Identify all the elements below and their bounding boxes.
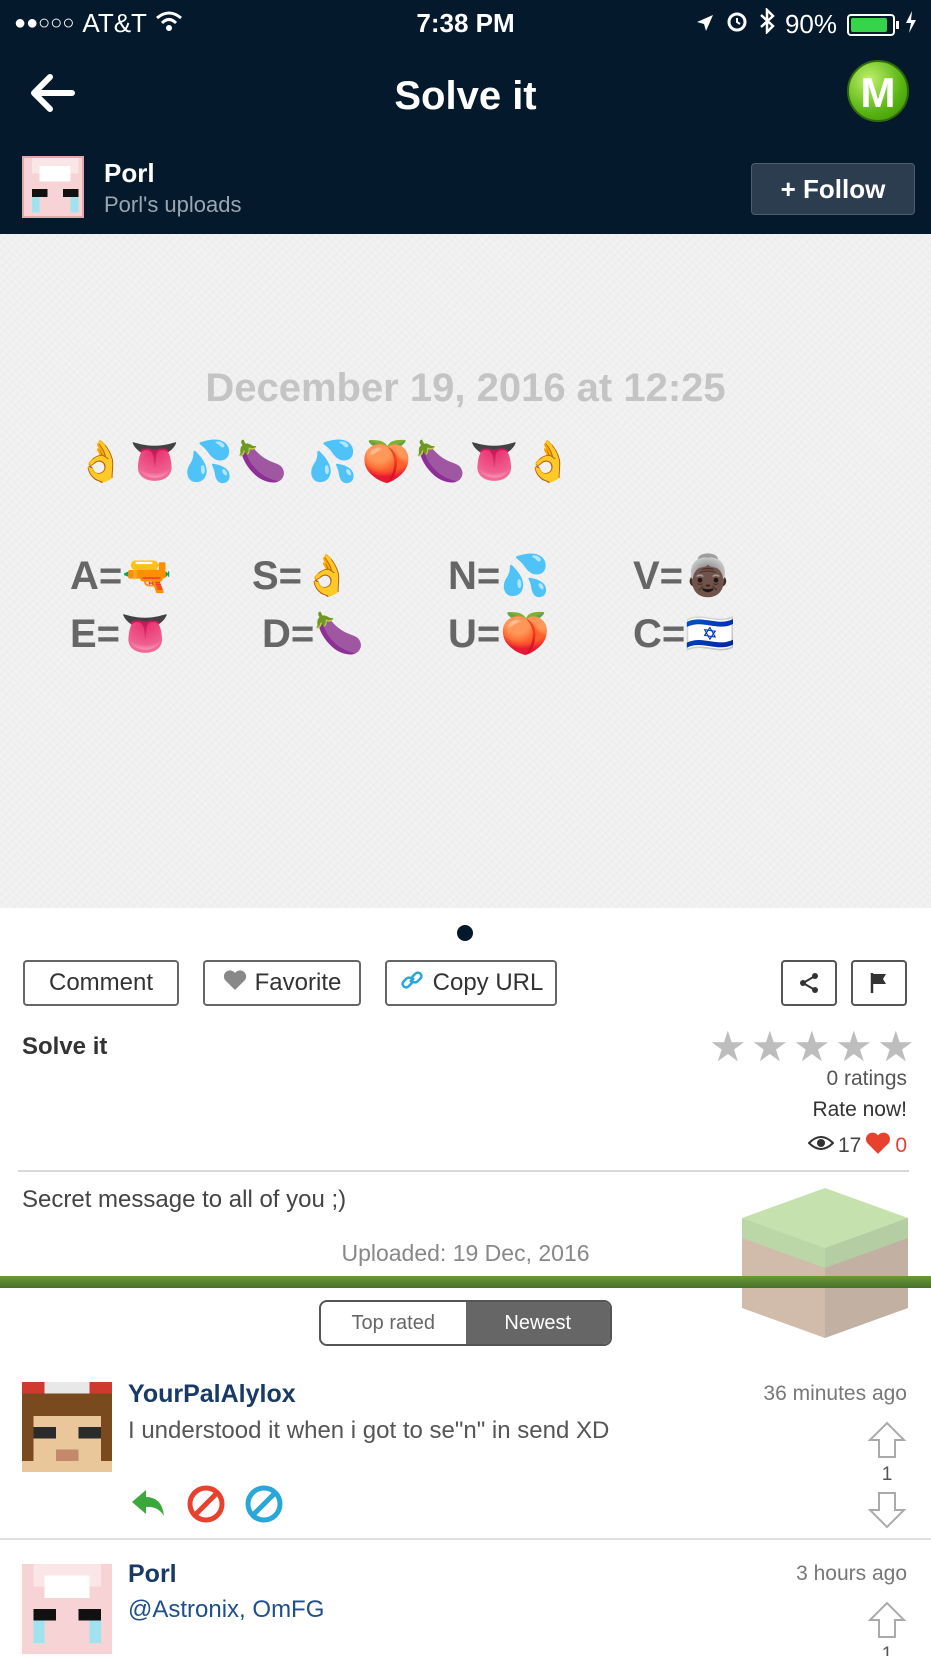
- author-avatar[interactable]: [22, 156, 84, 218]
- comment-divider: [0, 1538, 931, 1540]
- bluetooth-icon: [759, 6, 775, 41]
- copy-url-button[interactable]: Copy URL: [385, 960, 557, 1006]
- status-right: 90%: [695, 6, 917, 41]
- rating-stars[interactable]: ★ ★ ★ ★ ★: [709, 1026, 915, 1068]
- ratings-count: 0 ratings: [826, 1067, 907, 1090]
- copy-url-button-label: Copy URL: [432, 969, 544, 996]
- star-icon[interactable]: ★: [709, 1026, 747, 1068]
- legend-item: A=🔫: [70, 554, 173, 598]
- location-arrow-icon: [695, 9, 715, 40]
- upload-date: Uploaded: 19 Dec, 2016: [341, 1240, 590, 1266]
- comment-item: Porl @Astronix, OmFG 3 hours ago 1: [0, 1560, 931, 1656]
- arrow-down-icon: [867, 1492, 907, 1529]
- star-icon[interactable]: ★: [877, 1026, 915, 1068]
- report-button[interactable]: [851, 960, 907, 1006]
- sort-top-rated-tab[interactable]: Top rated: [321, 1302, 466, 1344]
- share-button[interactable]: [781, 960, 837, 1006]
- star-icon[interactable]: ★: [793, 1026, 831, 1068]
- favorite-button-label: Favorite: [254, 969, 342, 996]
- status-bar: ●●○○○ AT&T 7:38 PM 90%: [0, 0, 931, 46]
- arrow-up-icon: [867, 1421, 907, 1458]
- flag-icon: [870, 973, 886, 993]
- legend-item: V=👵🏿: [633, 554, 733, 598]
- page-title: Solve it: [394, 74, 537, 118]
- post-stats: 17 0: [807, 1131, 907, 1161]
- commenter-avatar[interactable]: [22, 1382, 112, 1472]
- heart-icon: [865, 1131, 891, 1161]
- battery-percent: 90%: [784, 9, 837, 39]
- legend-item: D=🍆: [262, 612, 365, 656]
- comment-time: 36 minutes ago: [763, 1382, 907, 1405]
- upvote-button[interactable]: [867, 1420, 907, 1465]
- downvote-button[interactable]: [867, 1490, 907, 1535]
- arrow-up-icon: [867, 1601, 907, 1638]
- sort-newest-tab[interactable]: Newest: [465, 1302, 610, 1344]
- share-icon: [800, 973, 818, 993]
- post-title: Solve it: [22, 1033, 108, 1060]
- link-icon: [399, 967, 425, 1000]
- section-separator: [0, 1276, 931, 1288]
- legend-item: C=🇮🇱: [633, 612, 736, 656]
- comment-time: 3 hours ago: [796, 1562, 907, 1585]
- upvote-button[interactable]: [867, 1600, 907, 1645]
- battery-icon: [847, 13, 899, 36]
- favorite-count: 0: [895, 1134, 907, 1157]
- app-screen: ●●○○○ AT&T 7:38 PM 90% Solve it M Porl P…: [0, 0, 931, 1656]
- legend-item: N=💦: [448, 554, 551, 598]
- star-icon[interactable]: ★: [751, 1026, 789, 1068]
- post-description: Secret message to all of you ;): [22, 1186, 347, 1213]
- ignore-button[interactable]: [244, 1484, 284, 1524]
- legend-item: U=🍑: [448, 612, 551, 656]
- comment-score: 1: [881, 1644, 893, 1656]
- emoji-puzzle-row: 👌👅💦🍆 💦🍑🍆👅👌: [76, 439, 577, 485]
- commenter-username[interactable]: YourPalAlylox: [128, 1380, 296, 1409]
- comment-button[interactable]: Comment: [23, 960, 179, 1006]
- commenter-avatar[interactable]: [22, 1564, 112, 1654]
- alarm-icon: [725, 9, 749, 40]
- divider: [18, 1170, 909, 1172]
- post-image[interactable]: December 19, 2016 at 12:25 👌👅💦🍆 💦🍑🍆👅👌 A=…: [0, 234, 931, 908]
- reply-button[interactable]: [128, 1484, 168, 1524]
- charging-icon: [905, 9, 917, 40]
- author-uploads-link[interactable]: Porl's uploads: [104, 192, 242, 218]
- comment-item: YourPalAlylox I understood it when i got…: [0, 1380, 931, 1536]
- block-icon: [187, 1485, 225, 1523]
- image-date-text: December 19, 2016 at 12:25: [205, 366, 726, 410]
- legend-item: E=👅: [70, 612, 170, 656]
- author-name[interactable]: Porl: [104, 158, 155, 189]
- rate-now-link[interactable]: Rate now!: [812, 1098, 907, 1122]
- star-icon[interactable]: ★: [835, 1026, 873, 1068]
- ignore-icon: [245, 1485, 283, 1523]
- favorite-button[interactable]: Favorite: [203, 960, 361, 1006]
- page-indicator-dot: [457, 925, 473, 941]
- comment-text: I understood it when i got to se"n" in s…: [128, 1417, 610, 1444]
- comment-button-label: Comment: [48, 969, 154, 996]
- commenter-username[interactable]: Porl: [128, 1560, 177, 1589]
- view-count: 17: [837, 1134, 862, 1157]
- reply-icon: [132, 1490, 164, 1516]
- app-logo[interactable]: M: [847, 60, 909, 122]
- app-header: Solve it M Porl Porl's uploads + Follow: [0, 46, 931, 234]
- comment-text: @Astronix, OmFG: [128, 1596, 325, 1623]
- legend-item: S=👌: [252, 554, 352, 598]
- follow-button[interactable]: + Follow: [751, 163, 915, 215]
- eye-icon: [807, 1134, 835, 1158]
- block-button[interactable]: [186, 1484, 226, 1524]
- comment-score: 1: [881, 1464, 893, 1485]
- heart-icon: [223, 969, 247, 998]
- comment-sort-control[interactable]: Top rated Newest: [319, 1300, 612, 1346]
- comment-actions: [128, 1484, 284, 1524]
